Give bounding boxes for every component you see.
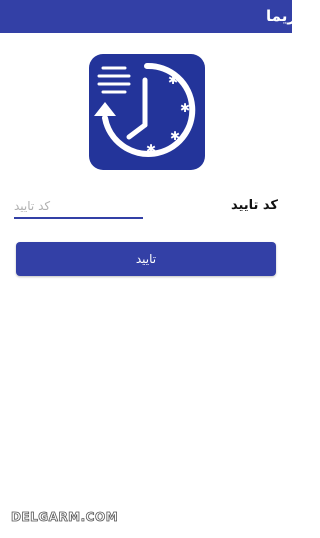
logo: ✱ ✱ ✱ ✱ bbox=[89, 54, 205, 170]
svg-text:✱: ✱ bbox=[168, 73, 178, 87]
app-title: ریما bbox=[266, 7, 296, 25]
svg-text:✱: ✱ bbox=[180, 101, 190, 115]
submit-button[interactable]: تایید bbox=[16, 242, 276, 276]
code-input[interactable] bbox=[14, 195, 143, 219]
clock-history-icon: ✱ ✱ ✱ ✱ bbox=[89, 54, 205, 170]
app-bar: ریما bbox=[0, 0, 296, 33]
svg-text:✱: ✱ bbox=[170, 129, 180, 143]
svg-text:✱: ✱ bbox=[146, 142, 156, 156]
code-label: کد تایید bbox=[230, 198, 278, 213]
watermark: DELGARM.COM bbox=[11, 510, 119, 525]
